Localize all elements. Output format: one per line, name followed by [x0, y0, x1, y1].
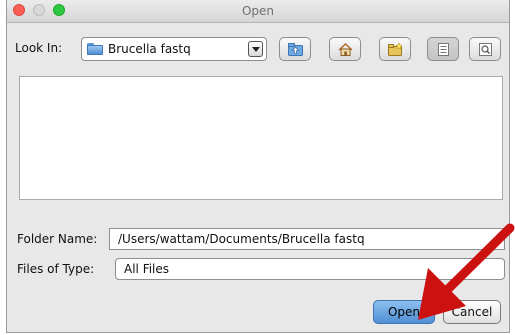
- title-bar: Open: [7, 0, 509, 23]
- details-view-button[interactable]: [469, 37, 501, 61]
- new-folder-button[interactable]: [379, 37, 411, 61]
- files-of-type-select[interactable]: All Files: [115, 258, 505, 280]
- look-in-select[interactable]: Brucella fastq: [81, 37, 267, 61]
- folder-name-label: Folder Name:: [17, 232, 98, 246]
- chevron-down-icon[interactable]: [248, 41, 263, 57]
- list-view-button[interactable]: [427, 37, 459, 61]
- window-title: Open: [241, 4, 275, 18]
- home-button[interactable]: [329, 37, 361, 61]
- files-of-type-value: All Files: [124, 262, 170, 276]
- open-button[interactable]: Open: [373, 300, 435, 324]
- look-in-label: Look In:: [15, 41, 63, 55]
- files-of-type-label: Files of Type:: [17, 262, 95, 276]
- details-view-icon: [479, 43, 492, 56]
- file-list[interactable]: [19, 76, 503, 200]
- cancel-button[interactable]: Cancel: [443, 300, 501, 324]
- look-in-value: Brucella fastq: [108, 42, 191, 56]
- open-dialog: Open Look In: Brucella fastq Folder Name…: [6, 0, 510, 333]
- list-view-icon: [438, 43, 449, 56]
- up-folder-icon: [288, 43, 303, 56]
- up-one-level-button[interactable]: [279, 37, 311, 61]
- folder-name-input[interactable]: /Users/wattam/Documents/Brucella fastq: [109, 228, 505, 250]
- home-icon: [338, 43, 353, 56]
- folder-icon: [87, 43, 103, 55]
- new-folder-icon: [388, 43, 403, 56]
